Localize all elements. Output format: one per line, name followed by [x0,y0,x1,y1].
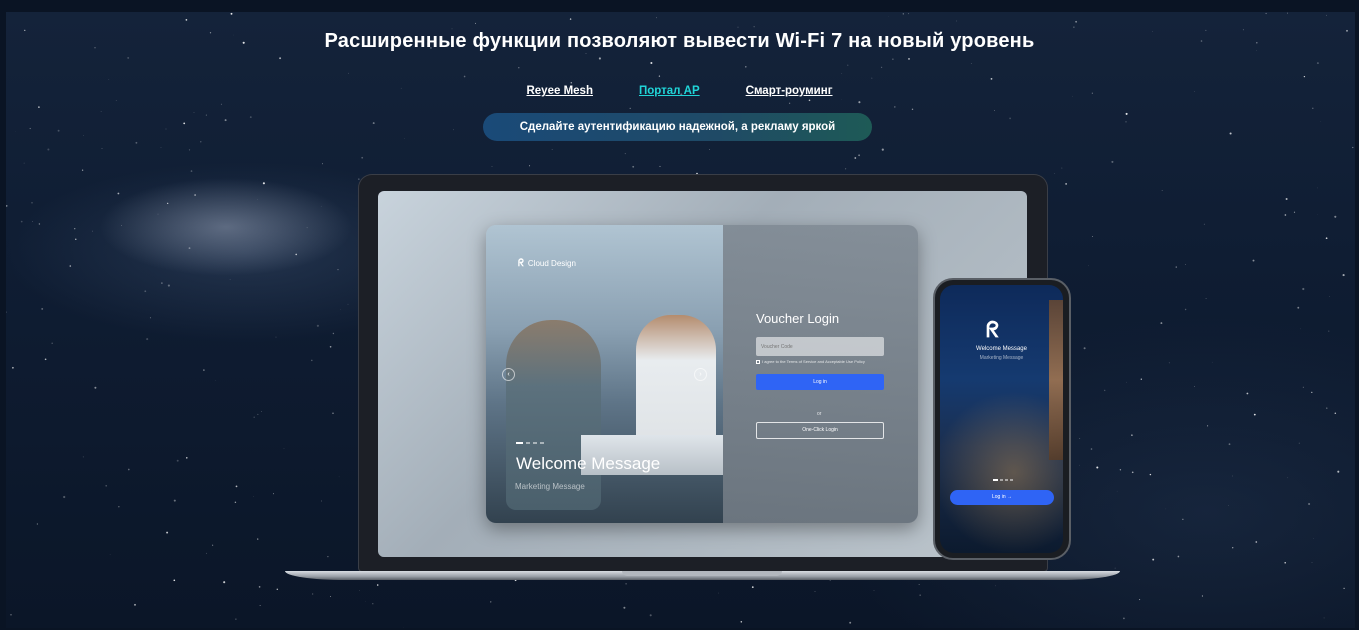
login-button[interactable]: Log in [756,374,884,390]
tab-smart-roaming[interactable]: Смарт-роуминг [746,85,833,97]
phone-welcome-message: Welcome Message [976,346,1027,352]
welcome-message: Welcome Message [516,454,661,473]
feature-subtitle-pill: Сделайте аутентификацию надежной, а рекл… [483,113,872,141]
one-click-login-button[interactable]: One-Click Login [756,422,884,439]
tab-reyee-mesh[interactable]: Reyee Mesh [526,85,592,97]
hero-photo: ᖇ Cloud Design ‹ › Welcome Message Marke… [486,225,723,523]
terms-row: I agree to the Terms of Service and Acce… [756,359,865,364]
phone-login-button[interactable]: Log in → [950,490,1054,505]
carousel-prev-icon[interactable]: ‹ [502,368,515,381]
carousel-dot[interactable] [533,442,537,444]
carousel-dot[interactable] [516,442,523,444]
phone-side-photo [1049,300,1063,460]
portal-login-card: ᖇ Cloud Design ‹ › Welcome Message Marke… [486,225,918,523]
doctor-figure [636,315,716,445]
brand-logo: ᖇ Cloud Design [518,258,576,269]
login-title: Voucher Login [756,311,840,326]
login-pane: Voucher Login I agree to the Terms of Se… [723,225,918,523]
marketing-message: Marketing Message [515,482,585,491]
carousel-dot[interactable] [993,479,998,481]
terms-checkbox[interactable] [756,359,760,364]
laptop-notch [622,571,782,576]
tab-portal-ap[interactable]: Портал AP [639,85,700,97]
feature-tabs: Reyee Mesh Портал AP Смарт-роуминг [0,85,1359,97]
phone-screen [940,285,1063,553]
carousel-dot[interactable] [1010,479,1013,481]
page-headline: Расширенные функции позволяют вывести Wi… [324,30,1035,52]
carousel-dot[interactable] [540,442,544,444]
terms-text[interactable]: I agree to the Terms of Service and Acce… [762,359,865,364]
carousel-dot[interactable] [1000,479,1003,481]
carousel-dots [516,442,544,444]
carousel-dot[interactable] [1005,479,1008,481]
carousel-dot[interactable] [526,442,530,444]
brand-mark-icon: ᖇ [518,258,524,269]
carousel-next-icon[interactable]: › [694,368,707,381]
phone-carousel-dots [993,479,1013,481]
phone-marketing-message: Marketing Message [979,355,1024,361]
phone-brand-icon: ᖇ [986,317,1000,342]
or-divider: or [817,411,822,417]
brand-name: Cloud Design [527,259,576,268]
voucher-code-input[interactable] [756,337,884,356]
